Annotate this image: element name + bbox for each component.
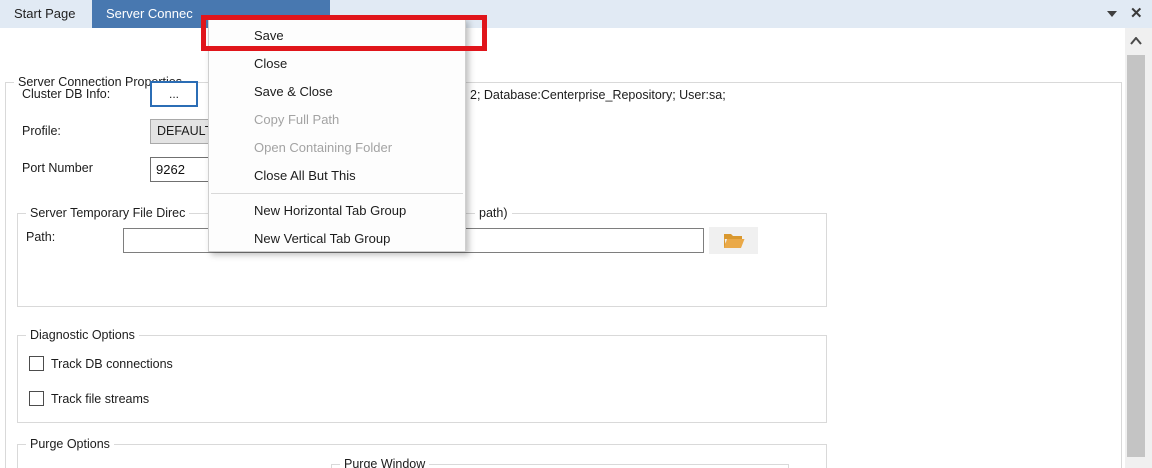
app-window: Server Connection Properties Cluster DB …: [0, 0, 1152, 468]
scrollbar-thumb[interactable]: [1127, 55, 1145, 457]
track-db-connections-label: Track DB connections: [51, 357, 173, 371]
active-files-dropdown-icon[interactable]: [1107, 11, 1117, 17]
group-purge-window: Purge Window: [331, 464, 789, 468]
cluster-db-info-text: 2; Database:Centerprise_Repository; User…: [470, 88, 726, 102]
menu-item-new-vertical-tab-group[interactable]: New Vertical Tab Group: [209, 225, 465, 253]
diagnostic-options-title: Diagnostic Options: [26, 328, 139, 343]
path-label: Path:: [26, 230, 55, 244]
menu-item-save-and-close[interactable]: Save & Close: [209, 78, 465, 106]
group-diagnostic-options: Diagnostic Options Track DB connections …: [17, 335, 827, 423]
purge-options-title: Purge Options: [26, 437, 114, 452]
browse-folder-button[interactable]: [709, 227, 758, 254]
menu-item-close[interactable]: Close: [209, 50, 465, 78]
scroll-up-button[interactable]: [1125, 28, 1147, 54]
group-purge-options: Purge Options Purge Window: [17, 444, 827, 468]
port-number-label: Port Number: [22, 161, 93, 175]
temp-dir-title-right: path): [475, 206, 512, 221]
folder-open-icon: [723, 232, 745, 249]
track-file-streams-checkbox[interactable]: [29, 391, 44, 406]
menu-item-copy-full-path: Copy Full Path: [209, 106, 465, 134]
tab-start-page[interactable]: Start Page: [0, 0, 90, 28]
tab-context-menu: Save Close Save & Close Copy Full Path O…: [208, 18, 466, 252]
close-tab-icon[interactable]: ✕: [1130, 5, 1143, 23]
menu-item-new-horizontal-tab-group[interactable]: New Horizontal Tab Group: [209, 197, 465, 225]
menu-item-close-all-but-this[interactable]: Close All But This: [209, 162, 465, 190]
cluster-db-browse-button[interactable]: ...: [150, 81, 198, 107]
annotation-highlight-box: [201, 15, 487, 51]
document-pane: Server Connection Properties Cluster DB …: [0, 28, 1152, 468]
chevron-up-icon: [1130, 37, 1142, 45]
track-db-connections-checkbox[interactable]: [29, 356, 44, 371]
temp-dir-title-left: Server Temporary File Direc: [26, 206, 189, 221]
menu-item-open-containing-folder: Open Containing Folder: [209, 134, 465, 162]
profile-label: Profile:: [22, 124, 61, 138]
tab-bar: Start Page Server Connec ✕: [0, 0, 1152, 28]
purge-window-title: Purge Window: [340, 457, 429, 468]
cluster-db-info-label: Cluster DB Info:: [22, 87, 110, 101]
menu-separator: [211, 193, 463, 194]
track-file-streams-label: Track file streams: [51, 392, 149, 406]
vertical-scrollbar[interactable]: [1125, 28, 1152, 468]
